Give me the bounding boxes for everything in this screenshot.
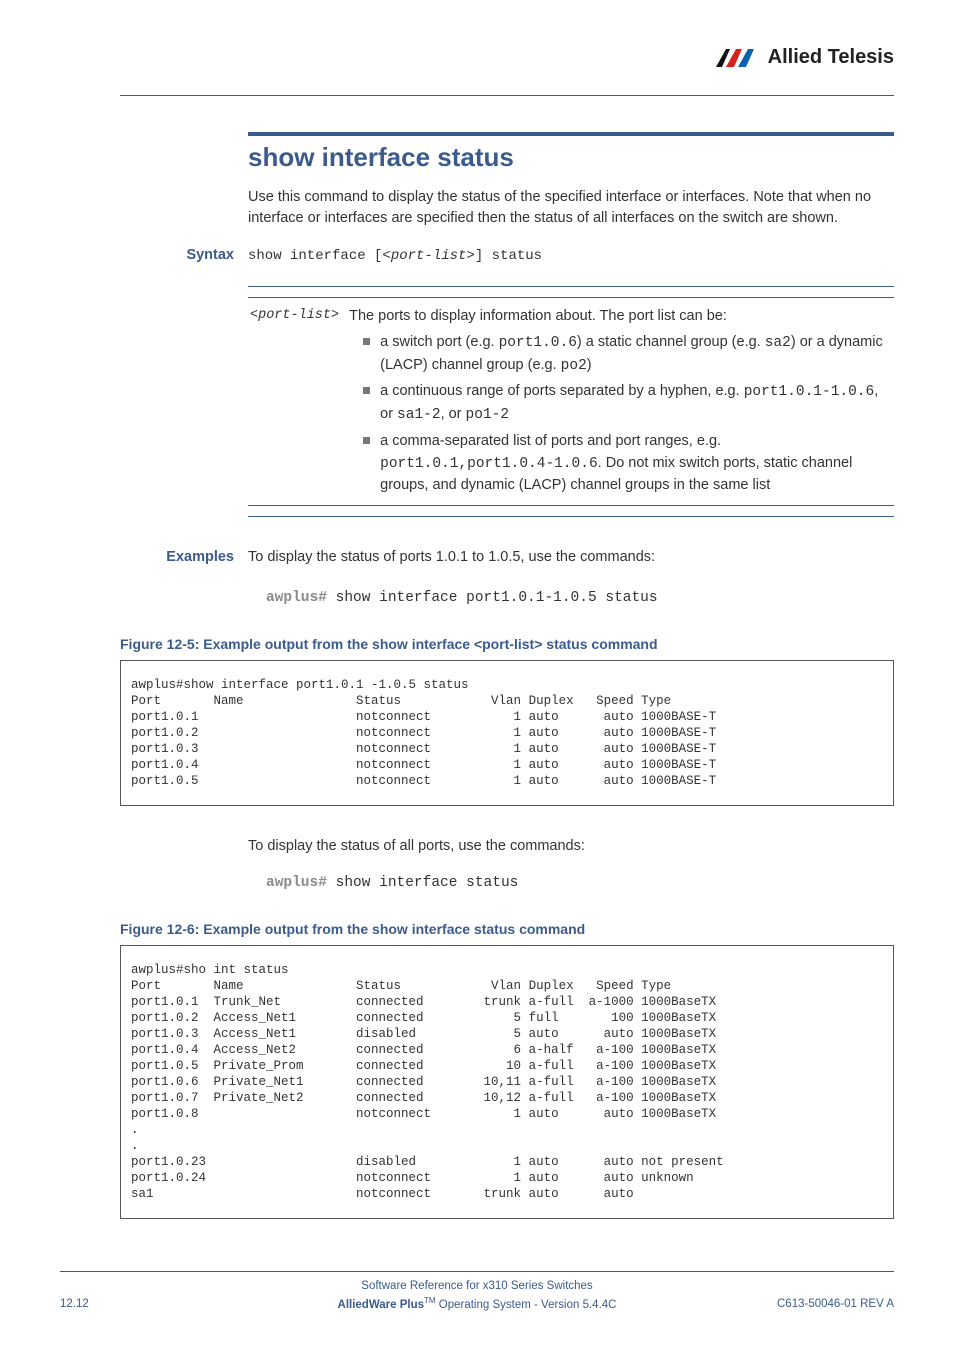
figure-12-5-caption: Figure 12-5: Example output from the sho… <box>120 636 894 652</box>
example2-command: awplus# show interface status <box>266 875 894 891</box>
intro-text: Use this command to display the status o… <box>248 187 894 229</box>
brand-name: Allied Telesis <box>768 46 894 69</box>
param-description: The ports to display information about. … <box>349 306 892 497</box>
figure-12-5-output: awplus#show interface port1.0.1 -1.0.5 s… <box>120 660 894 806</box>
example2-text: To display the status of all ports, use … <box>248 836 894 857</box>
page-number: 12.12 <box>60 1298 89 1310</box>
syntax-command: show interface [<port-list>] status <box>248 248 542 264</box>
figure-12-6-caption: Figure 12-6: Example output from the sho… <box>120 921 894 937</box>
doc-revision: C613-50046-01 REV A <box>777 1298 894 1310</box>
cli-command: show interface port1.0.1-1.0.5 status <box>327 590 658 606</box>
syntax-param: <port-list> <box>382 248 474 264</box>
footer-line2: AlliedWare PlusTM Operating System - Ver… <box>60 1295 894 1314</box>
syntax-pre: show interface [ <box>248 248 382 264</box>
square-bullet-icon <box>363 437 370 444</box>
syntax-label: Syntax <box>120 247 248 263</box>
brand-logo: Allied Telesis <box>716 46 894 69</box>
figure-12-6-output: awplus#sho int status Port Name Status V… <box>120 945 894 1219</box>
examples-section: Examples To display the status of ports … <box>248 547 894 568</box>
parameter-table: <port-list> The ports to display informa… <box>248 286 894 517</box>
logo-mark-icon <box>716 48 762 68</box>
examples-label: Examples <box>120 549 248 565</box>
syntax-section: Syntax show interface [<port-list>] stat… <box>248 247 894 264</box>
square-bullet-icon <box>363 338 370 345</box>
example1-command: awplus# show interface port1.0.1-1.0.5 s… <box>266 590 894 606</box>
page-footer: Software Reference for x310 Series Switc… <box>60 1271 894 1314</box>
param-bullet-1: a switch port (e.g. port1.0.6) a static … <box>349 332 892 378</box>
page-header: Allied Telesis <box>120 44 894 96</box>
param-key: <port-list> <box>250 306 339 497</box>
cli-prompt: awplus# <box>266 590 327 606</box>
syntax-post: ] status <box>475 248 542 264</box>
cli-command: show interface status <box>327 875 518 891</box>
cli-prompt: awplus# <box>266 875 327 891</box>
param-lead: The ports to display information about. … <box>349 306 892 328</box>
param-bullet-2: a continuous range of ports separated by… <box>349 381 892 427</box>
param-bullet-3: a comma-separated list of ports and port… <box>349 431 892 497</box>
command-title: show interface status <box>248 132 894 173</box>
footer-line1: Software Reference for x310 Series Switc… <box>60 1278 894 1295</box>
example1-text: To display the status of ports 1.0.1 to … <box>248 547 655 568</box>
square-bullet-icon <box>363 387 370 394</box>
